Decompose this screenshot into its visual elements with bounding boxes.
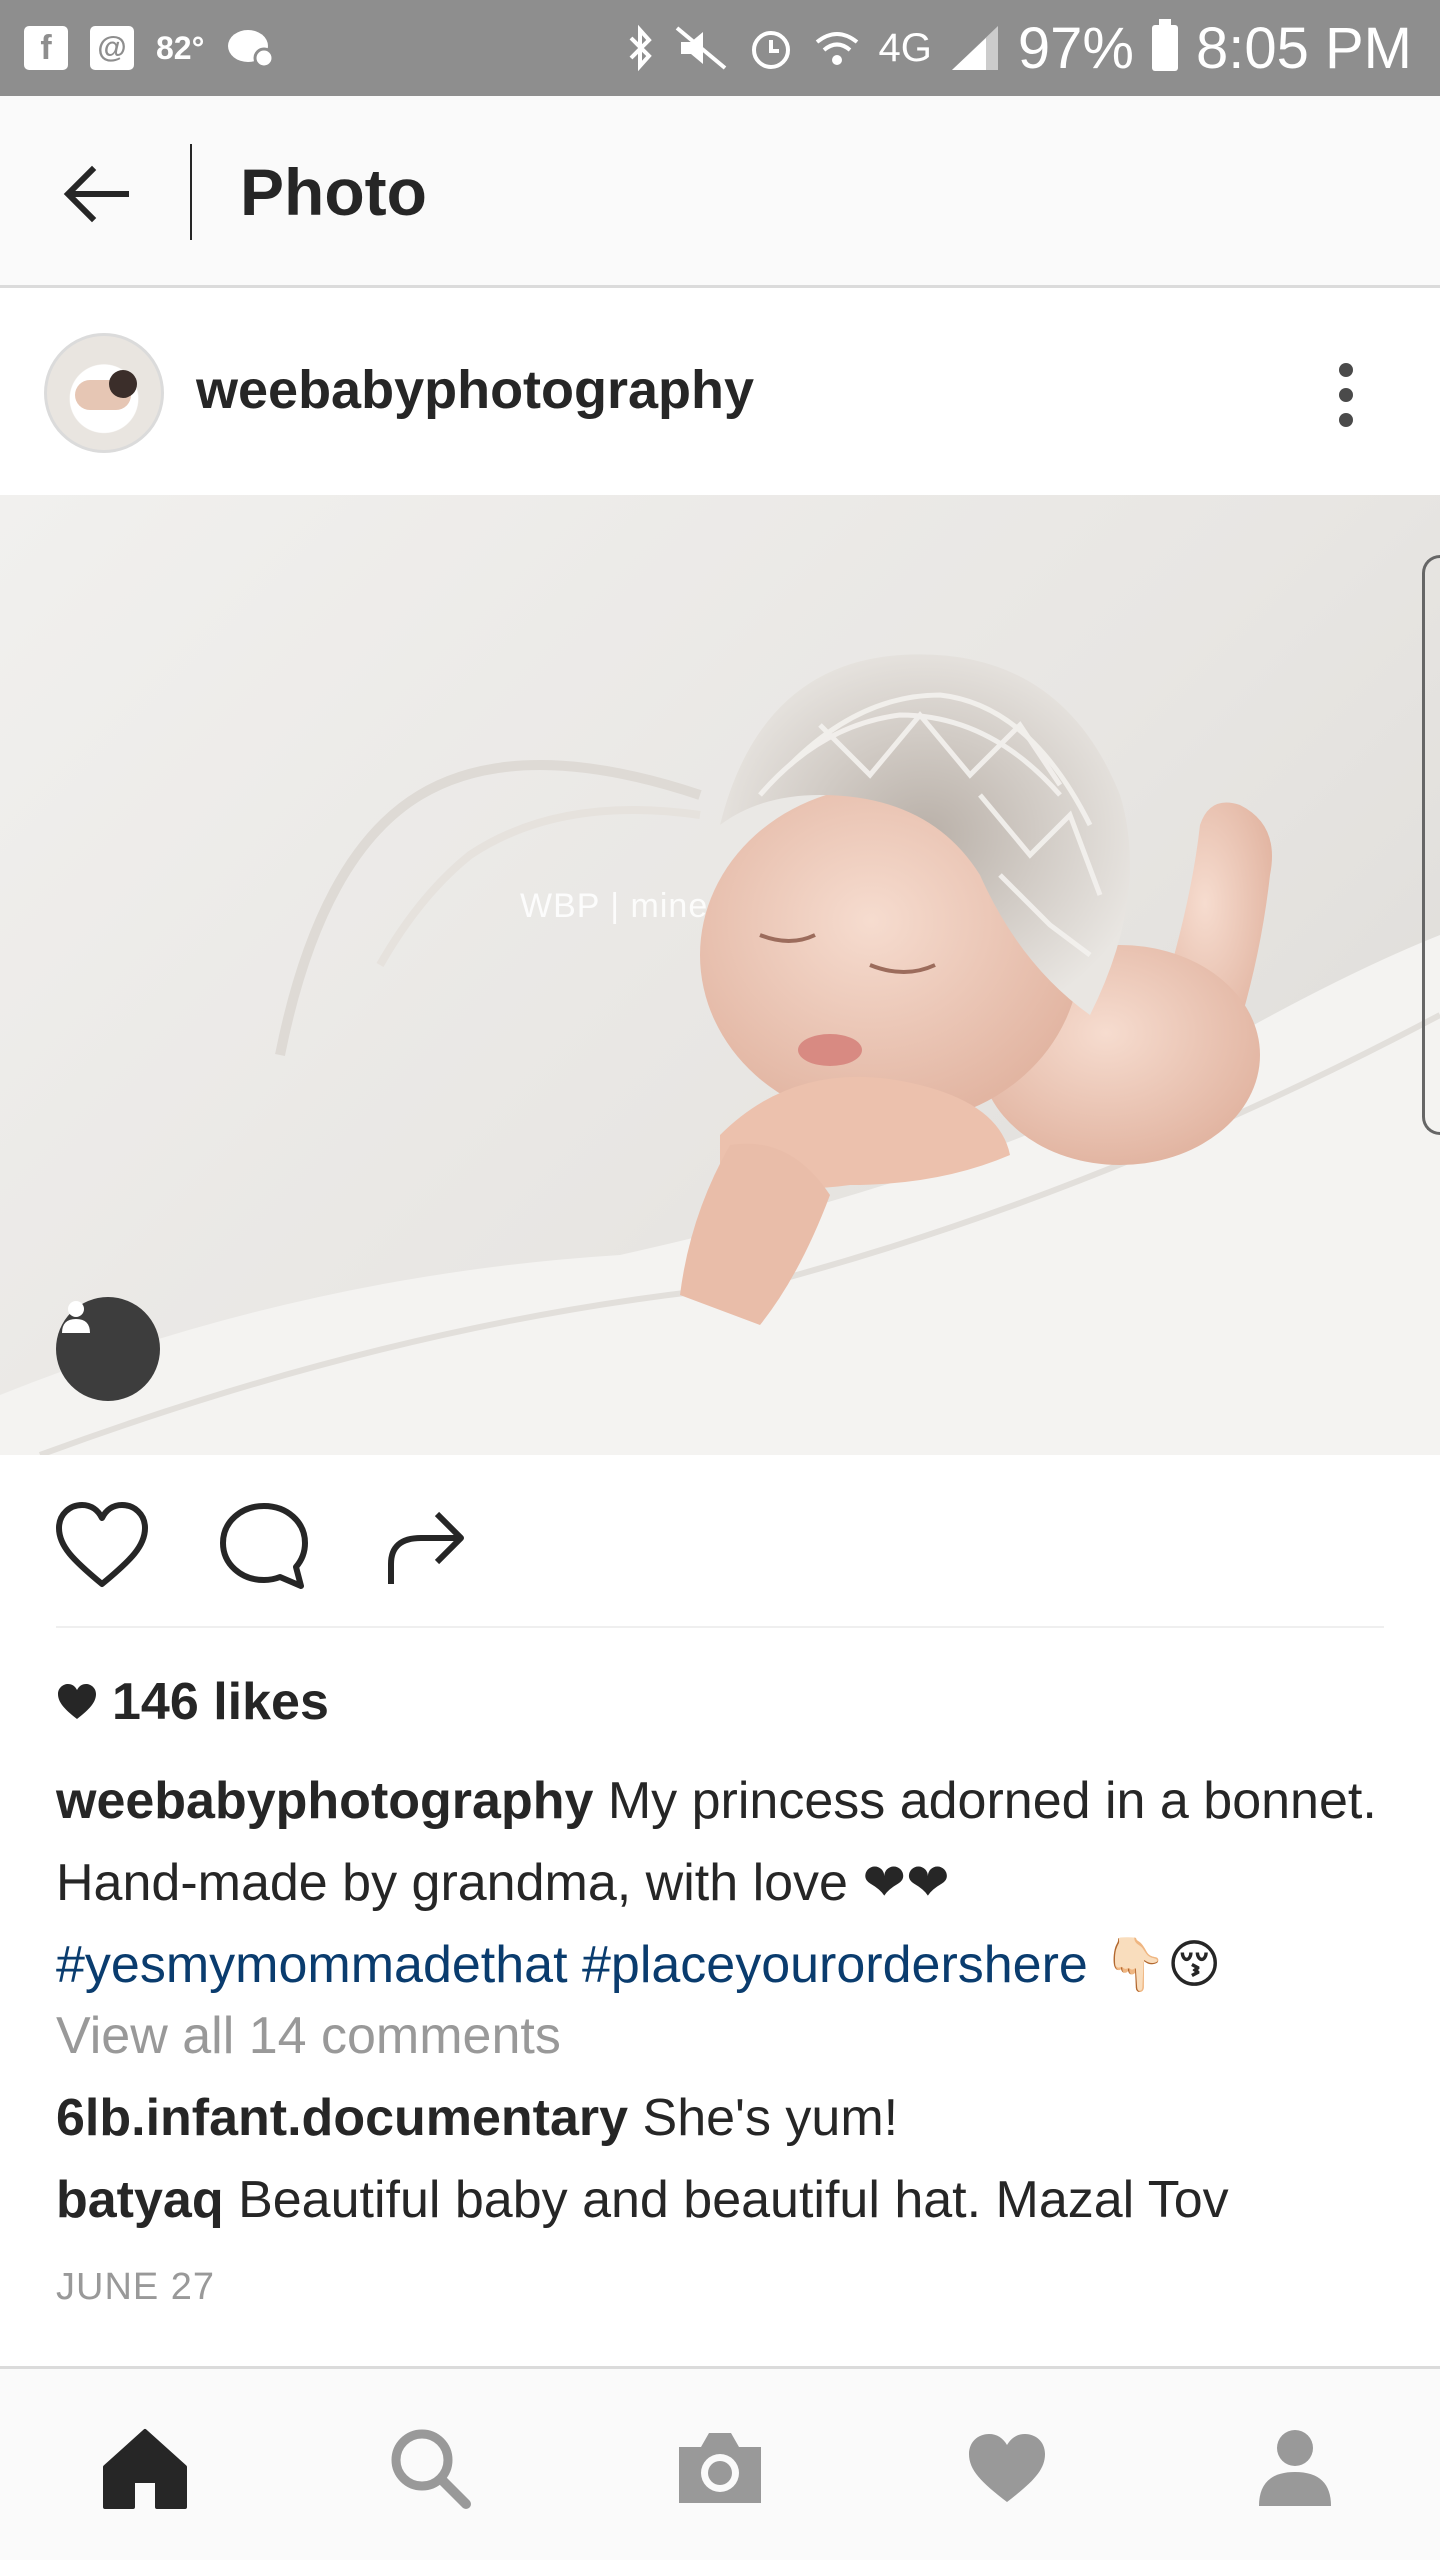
caption-username[interactable]: weebabyphotography bbox=[56, 1772, 593, 1830]
status-bar: f @ 82° 4G 97% 8:05 PM bbox=[0, 0, 1440, 96]
email-icon: @ bbox=[90, 26, 134, 70]
actions-divider bbox=[56, 1626, 1384, 1628]
nav-profile-button[interactable] bbox=[1240, 2413, 1350, 2523]
game-icon bbox=[228, 30, 275, 69]
post-header: weebabyphotography bbox=[0, 291, 1440, 495]
profile-icon bbox=[1259, 2430, 1331, 2506]
clock: 8:05 PM bbox=[1196, 15, 1412, 81]
alarm-icon bbox=[751, 31, 790, 69]
comment-text: Beautiful baby and beautiful hat. Mazal … bbox=[238, 2171, 1229, 2229]
nav-activity-button[interactable] bbox=[952, 2413, 1062, 2523]
hashtag-link[interactable]: #yesmymommadethat bbox=[56, 1936, 568, 1994]
comment-button[interactable] bbox=[210, 1491, 318, 1599]
network-type: 4G bbox=[878, 25, 932, 70]
page-title: Photo bbox=[240, 155, 427, 229]
mute-icon bbox=[675, 26, 726, 70]
like-button[interactable] bbox=[48, 1491, 156, 1599]
scroll-handle bbox=[1422, 555, 1440, 1135]
heart-outline-icon bbox=[56, 1502, 148, 1587]
hashtag-link[interactable]: #placeyourordershere bbox=[582, 1936, 1088, 1994]
caption-emoji: 👇🏻😚 bbox=[1102, 1935, 1222, 1995]
baby-photo-illustration bbox=[0, 654, 1440, 1455]
post-date: JUNE 27 bbox=[56, 2266, 216, 2308]
bottom-navigation bbox=[0, 2366, 1440, 2560]
avatar[interactable] bbox=[44, 333, 164, 453]
share-button[interactable] bbox=[372, 1491, 480, 1599]
temperature: 82° bbox=[156, 29, 205, 66]
notification-icons: f @ 82° bbox=[24, 18, 275, 78]
nav-search-button[interactable] bbox=[375, 2413, 485, 2523]
post-actions bbox=[0, 1455, 1440, 1627]
back-button[interactable] bbox=[48, 146, 144, 242]
likes-row[interactable]: 146 likes bbox=[56, 1672, 329, 1732]
battery-percent: 97% bbox=[1017, 15, 1134, 81]
avatar-head-shape bbox=[109, 370, 137, 398]
post-caption: weebabyphotography My princess adorned i… bbox=[56, 1760, 1386, 2006]
home-icon bbox=[103, 2429, 187, 2509]
heart-filled-icon bbox=[58, 1684, 96, 1719]
more-dot-icon bbox=[1339, 363, 1353, 377]
share-arrow-icon bbox=[388, 1511, 464, 1584]
system-icons: 4G 97% 8:05 PM bbox=[625, 10, 1412, 86]
arrow-left-icon bbox=[63, 165, 129, 223]
comment-item: 6lb.infant.documentary She's yum! bbox=[56, 2088, 898, 2148]
more-dot-icon bbox=[1339, 413, 1353, 427]
comment-icon bbox=[220, 1503, 308, 1589]
header-divider bbox=[190, 144, 192, 240]
likes-count: 146 likes bbox=[112, 1673, 329, 1731]
top-app-bar: Photo bbox=[0, 96, 1440, 288]
post-username[interactable]: weebabyphotography bbox=[196, 359, 754, 421]
battery-icon bbox=[1152, 19, 1178, 71]
view-all-comments-link[interactable]: View all 14 comments bbox=[56, 2006, 561, 2066]
nav-camera-button[interactable] bbox=[665, 2413, 775, 2523]
heart-icon bbox=[969, 2434, 1045, 2502]
signal-icon bbox=[951, 26, 998, 70]
more-dot-icon bbox=[1339, 388, 1353, 402]
comment-item: batyaq Beautiful baby and beautiful hat.… bbox=[56, 2170, 1229, 2230]
comment-username[interactable]: batyaq bbox=[56, 2171, 224, 2229]
more-options-button[interactable] bbox=[1316, 355, 1376, 435]
facebook-icon: f bbox=[24, 26, 68, 70]
nav-home-button[interactable] bbox=[90, 2413, 200, 2523]
search-icon bbox=[391, 2429, 471, 2509]
camera-icon bbox=[679, 2433, 761, 2503]
photo-watermark: WBP | mine bbox=[520, 887, 709, 925]
comment-username[interactable]: 6lb.infant.documentary bbox=[56, 2089, 628, 2147]
post-photo[interactable]: WBP | mine bbox=[0, 495, 1440, 1455]
person-icon bbox=[62, 1301, 90, 1333]
comment-text: She's yum! bbox=[642, 2089, 899, 2147]
tagged-people-button[interactable] bbox=[56, 1297, 160, 1401]
wifi-icon bbox=[815, 32, 858, 65]
bluetooth-icon bbox=[629, 24, 652, 72]
